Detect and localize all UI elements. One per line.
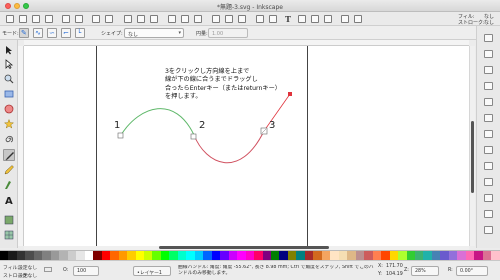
rotate-value: 0.00° (460, 269, 474, 274)
snap-rotation-center-icon[interactable] (484, 210, 493, 218)
horizontal-scroll-thumb[interactable] (159, 246, 329, 249)
fill-swatch-indicator[interactable] (44, 267, 52, 272)
layer-select-value: •レイヤー1 (137, 271, 162, 276)
bezier-drawing (117, 92, 292, 164)
snap-controls-bar (476, 26, 500, 248)
node-label-3: 3 (269, 120, 276, 131)
cursor-x-value: 171.70 (386, 264, 403, 269)
cursor-x-label: X: (378, 264, 383, 269)
snap-bbox-corner-icon[interactable] (484, 82, 493, 90)
curve-segment-1[interactable] (120, 108, 195, 136)
snap-bbox-edge-icon[interactable] (484, 66, 493, 74)
vertical-scrollbar[interactable] (469, 46, 475, 246)
zoom-value: 28% (415, 269, 426, 274)
node-label-2: 2 (199, 120, 206, 131)
node-label-1: 1 (114, 120, 121, 131)
snap-toggle-icon[interactable] (484, 34, 493, 42)
instruction-line: 線が下の線に合うまでドラッグし (165, 76, 258, 84)
snap-center-icon[interactable] (484, 194, 493, 202)
status-stroke-value: 設定なし (18, 274, 38, 279)
opacity-label: O: (63, 268, 69, 273)
snap-smooth-icon[interactable] (484, 162, 493, 170)
zoom-label: Z: (404, 268, 409, 273)
snap-paths-icon[interactable] (484, 114, 493, 122)
instruction-line: を押します。 (165, 92, 202, 100)
cursor-y-label: Y: (378, 272, 382, 277)
color-palette (0, 250, 500, 261)
snap-bbox-icon[interactable] (484, 50, 493, 58)
rotate-spinbox[interactable]: 0.00° (456, 266, 488, 276)
snap-intersection-icon[interactable] (484, 130, 493, 138)
snap-cusp-icon[interactable] (484, 146, 493, 154)
opacity-spinbox[interactable]: 100 (73, 266, 99, 276)
layer-select[interactable]: •レイヤー1 (133, 266, 171, 276)
instruction-line: 合ったらEnterキー（またはreturnキー） (165, 84, 281, 92)
status-fill-label: フィル: (3, 266, 19, 271)
inkscape-window: *無題-3.svg - Inkscape T フィル: なし ストローク: なし (0, 0, 500, 280)
snap-page-border-icon[interactable] (484, 226, 493, 234)
cursor-y-value: 104.19 (386, 272, 403, 277)
snap-nodes-icon[interactable] (484, 98, 493, 106)
anchor-node-2[interactable] (190, 133, 197, 140)
status-bar: フィル: 設定なし ストローク: 設定なし O: 100 •レイヤー1 曲線ハン… (0, 260, 500, 280)
snap-midpoint-icon[interactable] (484, 178, 493, 186)
anchor-node-1[interactable] (117, 132, 124, 139)
opacity-value: 100 (77, 269, 87, 274)
rotate-label: R: (448, 268, 453, 273)
vertical-scroll-thumb[interactable] (471, 121, 474, 193)
status-fill-value: 設定なし (18, 266, 38, 271)
curve-segment-2[interactable] (193, 130, 265, 164)
instruction-text: 3をクリックし方向線を上まで 線が下の線に合うまでドラッグし 合ったらEnter… (165, 68, 305, 101)
status-message: 曲線ハンドル: 角度: 角度 -55.62°, 長さ 8.98 mm; Ctrl… (178, 265, 374, 276)
zoom-spinbox[interactable]: 28% (411, 266, 439, 276)
